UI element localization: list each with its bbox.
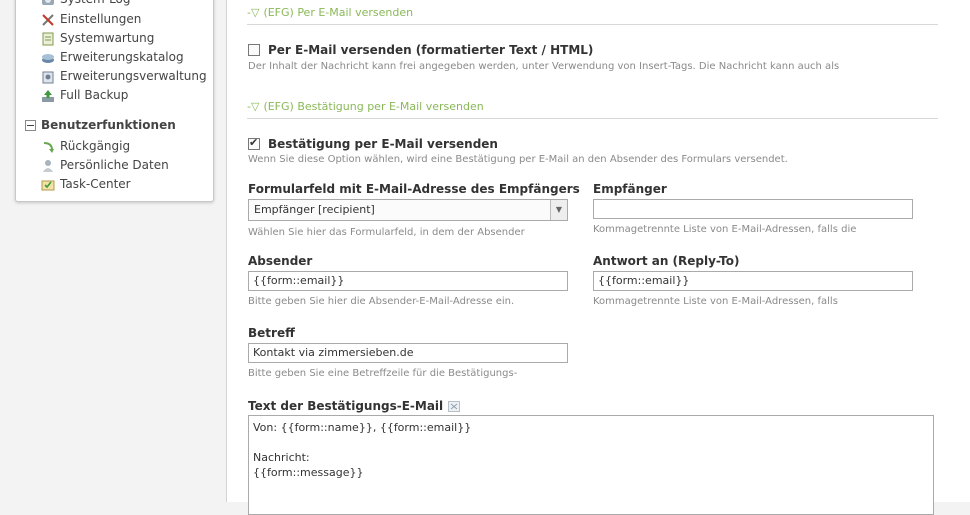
sender-label: Absender <box>248 254 313 268</box>
sidebar-item-label: Erweiterungsverwaltung <box>60 69 207 83</box>
sidebar-item-maintenance[interactable]: Systemwartung <box>40 29 154 48</box>
body-text-line: Von: {{form::name}}, {{form::email}} <box>253 421 472 434</box>
sidebar-group-user-functions[interactable]: Benutzerfunktionen <box>25 116 176 134</box>
sidebar-item-personal-data[interactable]: Persönliche Daten <box>40 156 169 175</box>
body-label-row: Text der Bestätigungs-E-Mail <box>248 399 461 413</box>
reply-to-input[interactable]: {{form::email}} <box>593 271 913 291</box>
collapse-arrow-icon[interactable]: -▽ <box>247 6 259 19</box>
body-text-line: {{form::message}} <box>253 466 364 479</box>
sender-input[interactable]: {{form::email}} <box>248 271 568 291</box>
subject-input[interactable]: Kontakt via zimmersieben.de <box>248 343 568 363</box>
recipient-field-select[interactable]: Empfänger [recipient] ▼ <box>248 199 568 221</box>
sidebar-item-full-backup[interactable]: Full Backup <box>40 86 128 105</box>
legend-text: (EFG) Bestätigung per E-Mail versenden <box>263 100 484 113</box>
collapse-arrow-icon[interactable]: -▽ <box>247 100 259 113</box>
subject-label: Betreff <box>248 326 295 340</box>
maintenance-icon <box>40 31 56 47</box>
sidebar-item-label: System-Log <box>60 0 131 9</box>
body-text-line <box>253 435 929 450</box>
tools-icon <box>40 12 56 28</box>
confirmation-checkbox-row[interactable]: Bestätigung per E-Mail versenden <box>248 136 498 151</box>
reply-to-help: Kommagetrennte Liste von E-Mail-Adressen… <box>593 296 838 307</box>
reply-to-label: Antwort an (Reply-To) <box>593 254 740 268</box>
send-email-checkbox-label: Per E-Mail versenden (formatierter Text … <box>268 43 594 57</box>
sidebar-group-title: Benutzerfunktionen <box>41 118 176 132</box>
undo-icon <box>40 139 56 155</box>
sidebar-item-label: Rückgängig <box>60 139 131 153</box>
send-email-checkbox-row[interactable]: Per E-Mail versenden (formatierter Text … <box>248 43 593 57</box>
sidebar-item-task-center[interactable]: Task-Center <box>40 175 131 194</box>
recipient-field-label: Formularfeld mit E-Mail-Adresse des Empf… <box>248 182 580 196</box>
sidebar-item-label: Systemwartung <box>60 31 155 45</box>
task-center-icon <box>40 177 56 193</box>
personal-data-icon <box>40 158 56 174</box>
sidebar-panel: System-Log Einstellungen Systemwartung E… <box>15 0 214 202</box>
backup-icon <box>40 88 56 104</box>
recipient-input[interactable] <box>593 199 913 219</box>
sidebar-item-extension-catalog[interactable]: Erweiterungskatalog <box>40 48 184 67</box>
sidebar-item-label: Task-Center <box>60 177 131 191</box>
legend-text: (EFG) Per E-Mail versenden <box>263 6 414 19</box>
confirmation-checkbox-label: Bestätigung per E-Mail versenden <box>268 137 498 151</box>
recipient-field-help: Wählen Sie hier das Formularfeld, in dem… <box>248 227 525 238</box>
body-label: Text der Bestätigungs-E-Mail <box>248 399 444 413</box>
catalog-icon <box>40 50 56 66</box>
sidebar-item-settings[interactable]: Einstellungen <box>40 10 141 29</box>
recipient-help: Kommagetrennte Liste von E-Mail-Adressen… <box>593 224 857 235</box>
recipient-field-selected-value: Empfänger [recipient] <box>254 203 375 216</box>
extension-manager-icon <box>40 69 56 85</box>
subject-help: Bitte geben Sie eine Betreffzeile für di… <box>248 368 518 379</box>
main-content: -▽ (EFG) Per E-Mail versenden Per E-Mail … <box>226 0 970 515</box>
confirmation-checkbox[interactable] <box>248 136 260 150</box>
sender-help: Bitte geben Sie hier die Absender-E-Mail… <box>248 296 515 307</box>
chevron-down-icon[interactable]: ▼ <box>550 200 567 220</box>
sidebar-item-undo[interactable]: Rückgängig <box>40 137 130 156</box>
body-textarea[interactable]: Von: {{form::name}}, {{form::email}} Nac… <box>248 415 934 515</box>
sidebar-item-label: Erweiterungskatalog <box>60 50 184 64</box>
sidebar-item-extension-manager[interactable]: Erweiterungsverwaltung <box>40 67 207 86</box>
send-email-checkbox[interactable] <box>248 44 260 56</box>
body-text-line: Nachricht: <box>253 451 310 464</box>
recipient-label: Empfänger <box>593 182 667 196</box>
collapse-icon[interactable] <box>25 119 36 131</box>
sidebar-item-system-log[interactable]: System-Log <box>40 0 131 9</box>
fieldset-legend-send-email[interactable]: -▽ (EFG) Per E-Mail versenden <box>247 6 938 25</box>
system-log-icon <box>40 0 56 8</box>
send-email-help: Der Inhalt der Nachricht kann frei angeg… <box>248 61 840 72</box>
sidebar-item-label: Persönliche Daten <box>60 158 169 172</box>
insert-tags-icon[interactable] <box>448 400 461 412</box>
confirmation-help: Wenn Sie diese Option wählen, wird eine … <box>248 154 788 165</box>
sidebar-item-label: Full Backup <box>60 88 129 102</box>
sidebar-item-label: Einstellungen <box>60 12 142 26</box>
fieldset-legend-confirmation-email[interactable]: -▽ (EFG) Bestätigung per E-Mail versenden <box>247 100 938 119</box>
